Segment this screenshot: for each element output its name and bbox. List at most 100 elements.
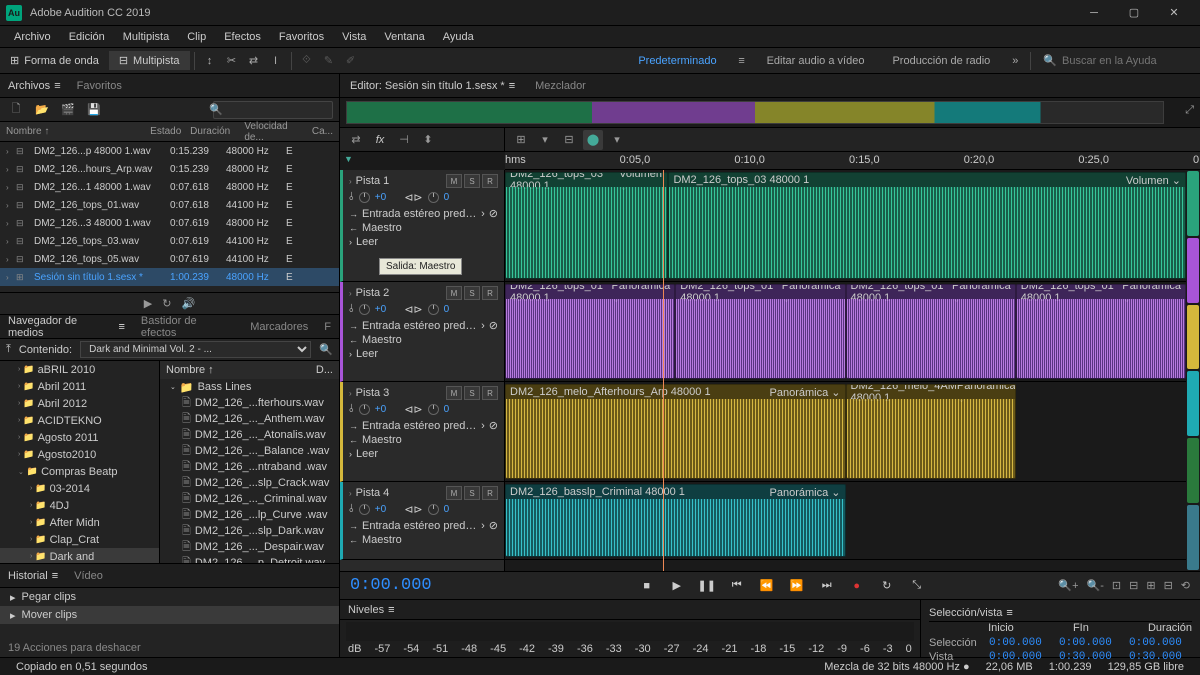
folder-row[interactable]: ›📁ACIDTEKNO bbox=[0, 412, 159, 429]
record-arm-button[interactable]: R bbox=[482, 486, 498, 500]
track-read-mode[interactable]: ›Leer bbox=[349, 348, 498, 360]
solo-button[interactable]: S bbox=[464, 386, 480, 400]
minimize-button[interactable]: ─ bbox=[1074, 0, 1114, 26]
tab-files[interactable]: Archivos ≡ bbox=[8, 80, 61, 92]
history-item[interactable]: ▸Pegar clips bbox=[0, 588, 339, 606]
play-icon[interactable]: ▶ bbox=[144, 297, 152, 310]
open-file-icon[interactable]: 📂 bbox=[32, 100, 52, 120]
audio-clip[interactable]: DM2_126_tops_03 48000 1Volumen ⌄ bbox=[505, 172, 668, 279]
audio-clip[interactable]: DM2_126_tops_01 48000 1Panorámica ⌄ bbox=[846, 284, 1016, 379]
mute-button[interactable]: M bbox=[446, 174, 462, 188]
multitrack-mode-button[interactable]: ⊟Multipista bbox=[109, 51, 190, 70]
audio-clip[interactable]: DM2_126_melo_Afterhours_Arp 48000 1Panor… bbox=[505, 384, 846, 479]
help-search-input[interactable] bbox=[1062, 55, 1192, 67]
folder-row[interactable]: ›📁Abril 2011 bbox=[0, 378, 159, 395]
ripple-icon[interactable]: ⊟ bbox=[559, 130, 579, 150]
zoom-in-v-icon[interactable]: ⊞ bbox=[1146, 579, 1155, 592]
autoplay-icon[interactable]: 🔊 bbox=[181, 297, 195, 310]
volume-knob[interactable] bbox=[359, 192, 370, 203]
track-name[interactable]: Pista 3 bbox=[356, 387, 442, 399]
file-row[interactable]: ›⊞Sesión sin título 1.sesx *1:00.2394800… bbox=[0, 268, 339, 286]
clip-param[interactable]: Panorámica ⌄ bbox=[770, 486, 841, 499]
maximize-button[interactable]: ▢ bbox=[1114, 0, 1154, 26]
snap-menu-icon[interactable]: ▾ bbox=[535, 130, 555, 150]
tab-history[interactable]: Historial ≡ bbox=[8, 570, 58, 582]
tool-b[interactable]: ✎ bbox=[318, 50, 340, 72]
track-output[interactable]: ←Maestro bbox=[349, 534, 498, 546]
envelope-icon[interactable]: ⬤ bbox=[583, 130, 603, 150]
menu-vista[interactable]: Vista bbox=[334, 29, 374, 45]
menu-efectos[interactable]: Efectos bbox=[216, 29, 269, 45]
folder-row[interactable]: ›📁Clap_Crat bbox=[0, 531, 159, 548]
tab-markers[interactable]: Marcadores bbox=[250, 321, 308, 333]
save-file-icon[interactable]: 💾 bbox=[84, 100, 104, 120]
new-file-icon[interactable]: 🗋 bbox=[6, 100, 26, 120]
track-collapse-icon[interactable]: › bbox=[349, 177, 352, 186]
track-read-mode[interactable]: ›Leer bbox=[349, 448, 498, 460]
col-state[interactable]: Estado bbox=[144, 126, 184, 137]
skip-selection-button[interactable]: ⤡ bbox=[907, 576, 927, 596]
media-file-row[interactable]: 🗎DM2_126_...p_Detroit.wav bbox=[160, 555, 339, 563]
track-collapse-icon[interactable]: › bbox=[349, 489, 352, 498]
goto-end-button[interactable]: ⏭ bbox=[817, 576, 837, 596]
loop-icon[interactable]: ↻ bbox=[162, 297, 171, 310]
workspace-menu-icon[interactable]: ≡ bbox=[731, 50, 753, 72]
play-button[interactable]: ▶ bbox=[667, 576, 687, 596]
rewind-button[interactable]: ⏪ bbox=[757, 576, 777, 596]
time-value[interactable]: 0:00.000 bbox=[1059, 637, 1121, 649]
tab-selection[interactable]: Selección/vista ≡ bbox=[929, 607, 1013, 619]
tab-more[interactable]: F bbox=[324, 321, 331, 333]
time-value[interactable]: 0:00.000 bbox=[989, 637, 1051, 649]
pan-knob[interactable] bbox=[428, 404, 439, 415]
menu-multipista[interactable]: Multipista bbox=[115, 29, 177, 45]
workspace-default[interactable]: Predeterminado bbox=[624, 55, 730, 67]
file-row[interactable]: ›⊟DM2_126...3 48000 1.wav0:07.61948000 H… bbox=[0, 214, 339, 232]
time-select-tool[interactable]: I bbox=[265, 50, 287, 72]
fx-icon[interactable]: fx bbox=[370, 130, 390, 150]
menu-archivo[interactable]: Archivo bbox=[6, 29, 59, 45]
col-channels[interactable]: Ca... bbox=[306, 126, 339, 137]
folder-row[interactable]: ›📁Agosto2010 bbox=[0, 446, 159, 463]
folder-row[interactable]: ›📁03-2014 bbox=[0, 480, 159, 497]
audio-clip[interactable]: DM2_126_basslp_Criminal 48000 1Panorámic… bbox=[505, 484, 846, 557]
loop-playback-button[interactable]: ↻ bbox=[877, 576, 897, 596]
folder-row[interactable]: ›📁Agosto 2011 bbox=[0, 429, 159, 446]
track-output[interactable]: ←Maestro bbox=[349, 222, 498, 234]
playhead[interactable] bbox=[663, 170, 664, 571]
menu-ayuda[interactable]: Ayuda bbox=[435, 29, 482, 45]
track-name[interactable]: Pista 2 bbox=[356, 287, 442, 299]
file-row[interactable]: ›⊟DM2_126...hours_Arp.wav0:15.23948000 H… bbox=[0, 160, 339, 178]
menu-ventana[interactable]: Ventana bbox=[376, 29, 432, 45]
record-file-icon[interactable]: 🎬 bbox=[58, 100, 78, 120]
stop-button[interactable]: ■ bbox=[637, 576, 657, 596]
tab-favorites[interactable]: Favoritos bbox=[77, 80, 122, 92]
col-name[interactable]: Nombre ↑ bbox=[0, 126, 144, 137]
tab-video[interactable]: Vídeo bbox=[74, 570, 103, 582]
track-output[interactable]: ←Maestro bbox=[349, 334, 498, 346]
col-duration[interactable]: Duración bbox=[184, 126, 238, 137]
track-input[interactable]: →Entrada estéreo predete›⊘ bbox=[349, 419, 498, 432]
files-filter-input[interactable] bbox=[213, 101, 333, 119]
zoom-in-h-icon[interactable]: 🔍+ bbox=[1058, 579, 1078, 592]
tab-mixer[interactable]: Mezclador bbox=[535, 80, 586, 92]
tab-effects-rack[interactable]: Bastidor de efectos bbox=[141, 315, 234, 339]
file-row[interactable]: ›⊟DM2_126...p 48000 1.wav0:15.23948000 H… bbox=[0, 142, 339, 160]
eq-icon[interactable]: ⬍ bbox=[418, 130, 438, 150]
record-arm-button[interactable]: R bbox=[482, 174, 498, 188]
folder-row[interactable]: ›📁Dark and bbox=[0, 548, 159, 563]
toggle-loop-icon[interactable]: ⇄ bbox=[346, 130, 366, 150]
razor-tool[interactable]: ✂ bbox=[221, 50, 243, 72]
col-samplerate[interactable]: Velocidad de... bbox=[238, 121, 306, 143]
zoom-full-icon[interactable]: ⊡ bbox=[1112, 579, 1121, 592]
zoom-out-h-icon[interactable]: 🔍- bbox=[1087, 579, 1104, 592]
pause-button[interactable]: ❚❚ bbox=[697, 576, 717, 596]
track-collapse-icon[interactable]: › bbox=[349, 289, 352, 298]
record-button[interactable]: ● bbox=[847, 576, 867, 596]
track-name[interactable]: Pista 1 bbox=[356, 175, 442, 187]
workspace-more[interactable]: » bbox=[1004, 50, 1026, 72]
menu-favoritos[interactable]: Favoritos bbox=[271, 29, 332, 45]
pan-knob[interactable] bbox=[428, 504, 439, 515]
tool-a[interactable]: ⟐ bbox=[296, 50, 318, 72]
tab-levels[interactable]: Niveles ≡ bbox=[348, 604, 395, 616]
audio-clip[interactable]: DM2_126_tops_03 48000 1Volumen ⌄ bbox=[668, 172, 1186, 279]
